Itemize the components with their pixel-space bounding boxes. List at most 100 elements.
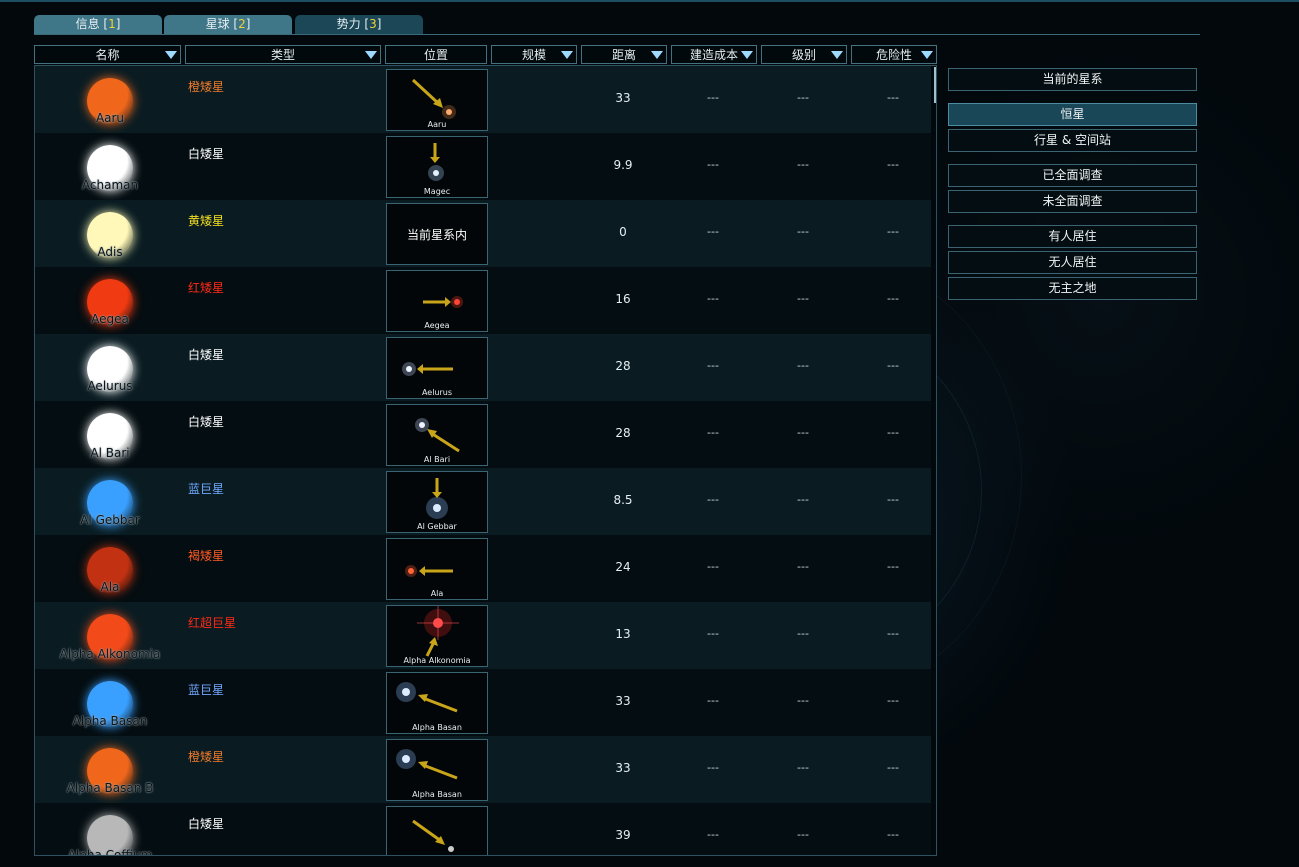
- star-name: Alpha Coffium: [67, 848, 153, 856]
- tab-planets[interactable]: 星球 [2]: [164, 15, 292, 34]
- table-row[interactable]: Al Bari 白矮星 Al Bari 28 --- --- ---: [35, 401, 931, 468]
- build-cost-value: ---: [707, 359, 719, 372]
- build-cost-value: ---: [707, 225, 719, 238]
- column-header-position[interactable]: 位置: [385, 45, 487, 64]
- table-row[interactable]: Aegea 红矮星 Aegea 16 --- --- ---: [35, 267, 931, 334]
- tab-info[interactable]: 信息 [1]: [34, 15, 162, 34]
- column-header-build-cost[interactable]: 建造成本: [671, 45, 757, 64]
- distance-value: 8.5: [613, 493, 633, 507]
- tab-factions-bracket: ]: [376, 17, 382, 31]
- distance-value: 33: [615, 761, 631, 775]
- position-thumbnail[interactable]: Magec: [386, 136, 488, 198]
- filter-fully-surveyed-button[interactable]: 已全面调查: [948, 164, 1197, 187]
- filter-not-fully-surveyed-button[interactable]: 未全面调查: [948, 190, 1197, 213]
- filter-planets-stations-button[interactable]: 行星 & 空间站: [948, 129, 1197, 152]
- filter-label: 无主之地: [1048, 281, 1097, 295]
- position-thumbnail[interactable]: Al Gebbar: [386, 471, 488, 533]
- position-label: Al Bari: [423, 455, 451, 464]
- column-header-type[interactable]: 类型: [185, 45, 381, 64]
- level-value: ---: [797, 828, 809, 841]
- build-cost-value: ---: [707, 426, 719, 439]
- column-header-distance[interactable]: 距离: [581, 45, 667, 64]
- tab-planets-label: 星球 [: [205, 17, 239, 31]
- tab-divider: [34, 34, 1200, 35]
- position-thumbnail[interactable]: Aegea: [386, 270, 488, 332]
- filter-current-system-button[interactable]: 当前的星系: [948, 68, 1197, 91]
- filter-inhabited-button[interactable]: 有人居住: [948, 225, 1197, 248]
- build-cost-value: ---: [707, 560, 719, 573]
- column-header-distance-label: 距离: [611, 48, 636, 62]
- build-cost-value: ---: [707, 91, 719, 104]
- build-cost-value: ---: [707, 292, 719, 305]
- position-label: Aelurus: [421, 388, 453, 397]
- build-cost-value: ---: [707, 627, 719, 640]
- level-value: ---: [797, 694, 809, 707]
- sort-down-icon: [365, 51, 377, 59]
- star-type: 蓝巨星: [188, 683, 225, 697]
- table-row[interactable]: Aelurus 白矮星 Aelurus 28 --- --- ---: [35, 334, 931, 401]
- danger-value: ---: [887, 761, 899, 774]
- star-list-table[interactable]: Aaru 橙矮星 Aaru 33 --- --- --- Achaman 白矮星: [34, 65, 937, 856]
- table-row[interactable]: Alpha Basan B 橙矮星 Alpha Basan 33 --- ---…: [35, 736, 931, 803]
- star-type: 橙矮星: [188, 750, 225, 764]
- column-header-name-label: 名称: [95, 48, 120, 62]
- danger-value: ---: [887, 359, 899, 372]
- position-thumbnail[interactable]: [386, 806, 488, 855]
- filter-label: 未全面调查: [1042, 194, 1103, 208]
- danger-value: ---: [887, 694, 899, 707]
- build-cost-value: ---: [707, 761, 719, 774]
- table-row[interactable]: Adis 黄矮星 当前星系内 0 --- --- ---: [35, 200, 931, 267]
- position-thumbnail[interactable]: Aelurus: [386, 337, 488, 399]
- filter-label: 无人居住: [1048, 255, 1097, 269]
- column-header-danger[interactable]: 危险性: [851, 45, 937, 64]
- sort-down-icon: [741, 51, 753, 59]
- level-value: ---: [797, 560, 809, 573]
- filter-label: 已全面调查: [1042, 168, 1103, 182]
- position-thumbnail[interactable]: Alpha Alkonomia: [386, 605, 488, 667]
- table-row[interactable]: Al Gebbar 蓝巨星 Al Gebbar 8.5 --- --- ---: [35, 468, 931, 535]
- danger-value: ---: [887, 627, 899, 640]
- table-row[interactable]: Aaru 橙矮星 Aaru 33 --- --- ---: [35, 66, 931, 133]
- table-row[interactable]: Alpha Alkonomia 红超巨星 Alpha Alkonomia 13 …: [35, 602, 931, 669]
- filter-stars-button[interactable]: 恒星: [948, 103, 1197, 126]
- position-thumbnail[interactable]: 当前星系内: [386, 203, 488, 265]
- table-row[interactable]: Alpha Coffium 白矮星 39 --- --- ---: [35, 803, 931, 856]
- star-name: Al Gebbar: [80, 513, 140, 527]
- star-type: 橙矮星: [188, 80, 225, 94]
- danger-value: ---: [887, 225, 899, 238]
- column-header-level-label: 级别: [791, 48, 816, 62]
- distance-value: 28: [615, 426, 631, 440]
- tab-factions[interactable]: 势力 [3]: [295, 15, 423, 34]
- table-row[interactable]: Alpha Basan 蓝巨星 Alpha Basan 33 --- --- -…: [35, 669, 931, 736]
- position-thumbnail[interactable]: Alpha Basan: [386, 672, 488, 734]
- level-value: ---: [797, 359, 809, 372]
- table-row[interactable]: Achaman 白矮星 Magec 9.9 --- --- ---: [35, 133, 931, 200]
- position-thumbnail[interactable]: Ala: [386, 538, 488, 600]
- position-thumbnail[interactable]: Al Bari: [386, 404, 488, 466]
- star-name: Aelurus: [87, 379, 133, 393]
- filter-uninhabited-button[interactable]: 无人居住: [948, 251, 1197, 274]
- position-thumbnail[interactable]: Aaru: [386, 69, 488, 131]
- distance-value: 28: [615, 359, 631, 373]
- tab-info-bracket: ]: [115, 17, 121, 31]
- table-row[interactable]: Ala 褐矮星 Ala 24 --- --- ---: [35, 535, 931, 602]
- column-header-name[interactable]: 名称: [34, 45, 181, 64]
- scrollbar-thumb[interactable]: [934, 67, 936, 103]
- danger-value: ---: [887, 828, 899, 841]
- filter-label: 恒星: [1060, 107, 1085, 121]
- distance-value: 24: [615, 560, 631, 574]
- column-header-size[interactable]: 规模: [491, 45, 577, 64]
- star-type: 黄矮星: [188, 214, 225, 228]
- level-value: ---: [797, 627, 809, 640]
- level-value: ---: [797, 761, 809, 774]
- column-header-level[interactable]: 级别: [761, 45, 847, 64]
- tab-info-hotkey: 1: [108, 17, 116, 31]
- column-header-danger-label: 危险性: [875, 48, 912, 62]
- level-value: ---: [797, 493, 809, 506]
- filter-unclaimed-button[interactable]: 无主之地: [948, 277, 1197, 300]
- star-type: 白矮星: [188, 348, 225, 362]
- star-name: Aaru: [95, 111, 125, 125]
- sort-down-icon: [921, 51, 933, 59]
- build-cost-value: ---: [707, 694, 719, 707]
- position-thumbnail[interactable]: Alpha Basan: [386, 739, 488, 801]
